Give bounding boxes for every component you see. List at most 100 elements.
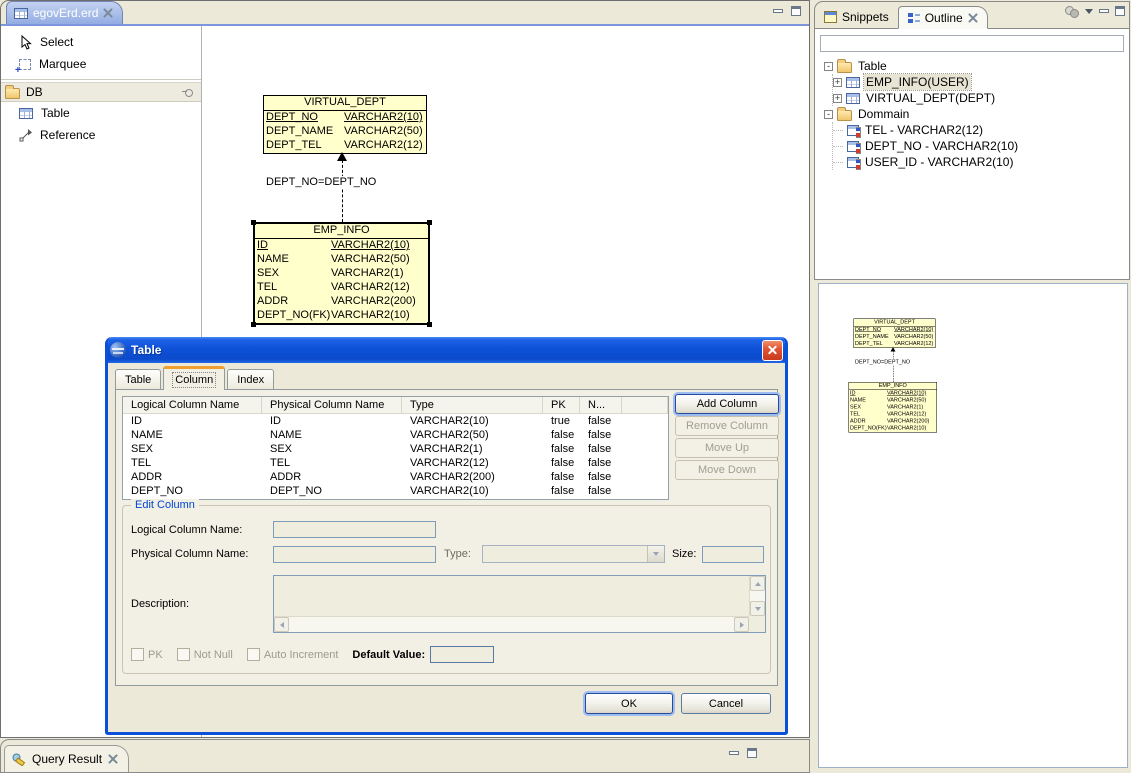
dialog-footer: OK Cancel — [585, 693, 771, 714]
horizontal-scrollbar[interactable] — [274, 616, 749, 632]
size-field — [702, 546, 764, 563]
grid-header-cell[interactable]: Physical Column Name — [262, 397, 402, 413]
editor-tab-egoverd[interactable]: egovErd.erd — [6, 1, 123, 24]
maximize-icon[interactable] — [747, 748, 757, 758]
grid-row[interactable]: IDIDVARCHAR2(10)truefalse — [123, 414, 668, 428]
close-icon[interactable] — [968, 13, 978, 23]
grid-header-cell[interactable]: Type — [402, 397, 543, 413]
tree-item-tel-varchar2-12-[interactable]: TEL - VARCHAR2(12) — [833, 122, 1124, 138]
tab-snippets[interactable]: Snippets — [815, 5, 898, 28]
minimize-icon[interactable] — [729, 751, 739, 755]
grid-cell: false — [580, 470, 622, 484]
relation-line[interactable] — [342, 160, 343, 222]
entity-emp_info[interactable]: EMP_INFOIDVARCHAR2(10)NAMEVARCHAR2(50)SE… — [253, 222, 430, 325]
dialog-title-bar[interactable]: Table — [105, 337, 788, 363]
right-tab-bar: Snippets Outline — [815, 2, 1129, 28]
entity-column-name: DEPT_TEL — [266, 139, 344, 153]
entity-column-type: VARCHAR2(50) — [331, 253, 410, 267]
tree-item-virtual-dept-dept-[interactable]: +VIRTUAL_DEPT(DEPT) — [833, 90, 1124, 106]
close-icon[interactable] — [103, 8, 113, 18]
default-value-field[interactable] — [430, 646, 494, 663]
add-column-button[interactable]: Add Column — [675, 394, 779, 414]
view-menu-icon[interactable] — [1085, 9, 1093, 14]
selection-handle[interactable] — [251, 220, 256, 225]
tree-item-dept-no-varchar2-10-[interactable]: DEPT_NO - VARCHAR2(10) — [833, 138, 1124, 154]
table-icon — [19, 108, 33, 119]
snippets-icon — [824, 11, 837, 23]
scroll-up-icon[interactable] — [750, 576, 765, 591]
grid-side-buttons: Add Column Remove Column Move Up Move Do… — [675, 394, 779, 480]
entity-title: VIRTUAL_DEPT — [264, 96, 426, 111]
grid-header-cell[interactable]: PK — [543, 397, 580, 413]
grid-cell: true — [543, 414, 580, 428]
description-label: Description: — [131, 598, 273, 610]
grid-row[interactable]: ADDRADDRVARCHAR2(200)falsefalse — [123, 470, 668, 484]
domain-icon — [847, 125, 859, 136]
maximize-icon[interactable] — [791, 6, 801, 16]
minimize-icon[interactable] — [1099, 9, 1109, 13]
grid-row[interactable]: NAMENAMEVARCHAR2(50)falsefalse — [123, 428, 668, 442]
entity-column: TELVARCHAR2(12) — [849, 411, 937, 418]
dialog-tab-column[interactable]: Column — [163, 366, 225, 390]
column-grid-header: Logical Column NamePhysical Column NameT… — [123, 397, 668, 414]
palette-tool-label: Marquee — [39, 57, 86, 71]
outline-filter-input[interactable] — [820, 35, 1124, 52]
entity-column-type: VARCHAR2(10) — [894, 327, 933, 334]
entity-column-name: DEPT_NO — [266, 111, 344, 125]
relation-label[interactable]: DEPT_NO=DEPT_NO — [265, 176, 377, 188]
close-icon[interactable] — [108, 754, 118, 764]
table-dialog: Table TableColumnIndex Logical Column Na… — [105, 337, 788, 735]
grid-cell: VARCHAR2(1) — [402, 442, 543, 456]
entity-column-type: VARCHAR2(12) — [344, 139, 423, 153]
entity-virtual_dept[interactable]: VIRTUAL_DEPTDEPT_NOVARCHAR2(10)DEPT_NAME… — [263, 95, 427, 154]
grid-header-cell[interactable]: Logical Column Name — [123, 397, 262, 413]
grid-row[interactable]: DEPT_NODEPT_NOVARCHAR2(10)falsefalse — [123, 484, 668, 498]
diagram-overview-panel[interactable]: VIRTUAL_DEPTDEPT_NOVARCHAR2(10)DEPT_NAME… — [818, 283, 1128, 768]
tree-item-emp-info-user-[interactable]: +EMP_INFO(USER) — [833, 74, 1124, 90]
entity-column: NAMEVARCHAR2(50) — [849, 397, 937, 404]
entity-column: DEPT_NOVARCHAR2(10) — [854, 327, 935, 334]
grid-row[interactable]: TELTELVARCHAR2(12)falsefalse — [123, 456, 668, 470]
entity-column-type: VARCHAR2(1) — [887, 404, 923, 411]
scroll-right-icon[interactable] — [734, 617, 749, 632]
edit-column-legend: Edit Column — [131, 499, 199, 511]
palette-tool-table[interactable]: Table — [1, 102, 201, 124]
palette-tool-marquee[interactable]: Marquee — [1, 53, 201, 75]
dialog-tab-table[interactable]: Table — [115, 369, 161, 389]
dialog-close-button[interactable] — [762, 340, 783, 361]
minimize-icon[interactable] — [773, 9, 783, 13]
cancel-button[interactable]: Cancel — [681, 693, 771, 714]
column-grid: Logical Column NamePhysical Column NameT… — [122, 396, 669, 500]
collapse-icon[interactable]: - — [824, 62, 833, 71]
maximize-icon[interactable] — [1115, 6, 1125, 16]
expand-icon[interactable]: + — [833, 78, 842, 87]
query-result-tab[interactable]: Query Result — [4, 745, 129, 772]
scroll-left-icon[interactable] — [274, 617, 289, 632]
expand-icon[interactable]: + — [833, 94, 842, 103]
dialog-tab-index[interactable]: Index — [227, 369, 274, 389]
pin-icon[interactable] — [184, 87, 194, 97]
tree-item-label: Dommain — [856, 106, 911, 122]
selection-handle[interactable] — [427, 220, 432, 225]
palette-tool-select[interactable]: Select — [1, 31, 201, 53]
selection-handle[interactable] — [251, 322, 256, 327]
grid-header-cell[interactable]: N... — [580, 397, 622, 413]
entity-column: DEPT_NO(FK)VARCHAR2(10) — [849, 425, 937, 432]
tab-outline[interactable]: Outline — [898, 6, 988, 29]
grid-row[interactable]: SEXSEXVARCHAR2(1)falsefalse — [123, 442, 668, 456]
grid-cell: VARCHAR2(200) — [402, 470, 543, 484]
palette-tool-reference[interactable]: Reference — [1, 124, 201, 146]
tree-item-table[interactable]: -Table — [820, 58, 1124, 74]
tree-item-user-id-varchar2-10-[interactable]: USER_ID - VARCHAR2(10) — [833, 154, 1124, 170]
size-label: Size: — [672, 548, 702, 560]
selection-handle[interactable] — [427, 322, 432, 327]
default-value-label: Default Value: — [352, 649, 425, 661]
link-with-editor-icon[interactable] — [1065, 6, 1079, 16]
collapse-icon[interactable]: - — [824, 110, 833, 119]
scroll-down-icon[interactable] — [750, 601, 765, 616]
vertical-scrollbar[interactable] — [749, 576, 765, 616]
ok-button[interactable]: OK — [585, 693, 673, 714]
grid-cell: VARCHAR2(12) — [402, 456, 543, 470]
tree-item-dommain[interactable]: - Dommain — [820, 106, 1124, 122]
palette-drawer-db[interactable]: DB — [1, 82, 201, 102]
